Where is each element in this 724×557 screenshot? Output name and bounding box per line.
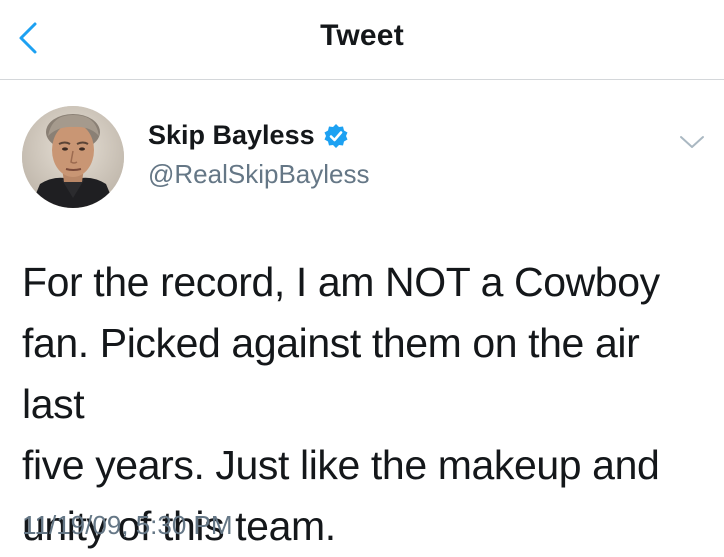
chevron-down-icon	[680, 136, 704, 148]
tweet-menu-button[interactable]	[676, 126, 708, 158]
author-name-row[interactable]: Skip Bayless	[148, 120, 349, 151]
navigation-bar: Tweet	[0, 0, 724, 80]
avatar[interactable]	[22, 106, 124, 208]
tweet-author-header: Skip Bayless @RealSkipBayless	[22, 106, 712, 210]
tweet-timestamp[interactable]: 11/19/09, 5:30 PM	[22, 510, 233, 541]
author-handle[interactable]: @RealSkipBayless	[148, 159, 369, 190]
avatar-photo	[22, 106, 124, 208]
display-name[interactable]: Skip Bayless	[148, 120, 315, 151]
page-title: Tweet	[320, 19, 404, 52]
verified-badge-icon	[324, 123, 348, 148]
